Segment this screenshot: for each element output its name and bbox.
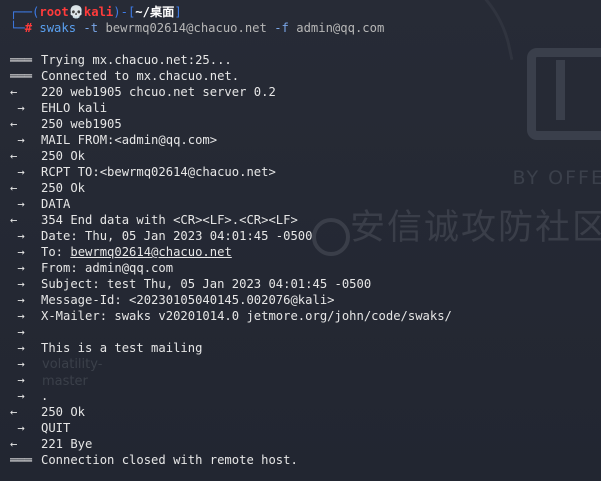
client-command-arrow-icon: → <box>10 341 25 355</box>
transcript-line: → MAIL FROM:<admin@qq.com> <box>10 132 601 148</box>
smtp-transcript: ═══ Trying mx.chacuo.net:25... ═══ Connecte… <box>10 52 601 468</box>
server-response-arrow-icon: ← <box>10 149 18 163</box>
transcript-line: ═══ Trying mx.chacuo.net:25... <box>10 52 601 68</box>
transcript-line: → <box>10 324 601 340</box>
terminal-output: ┌──(root💀kali)-[~/桌面] └─# swaks -t bewrm… <box>0 0 601 468</box>
status-marker-icon: ═══ <box>10 453 33 467</box>
status-marker-icon: ═══ <box>10 69 33 83</box>
prompt-host: kali <box>83 5 114 19</box>
transcript-line: → <box>10 372 601 388</box>
transcript-line: ← 250 Ok <box>10 404 601 420</box>
prompt-hash: # <box>24 21 33 35</box>
transcript-text: This is a test mailing <box>41 341 203 355</box>
transcript-text: DATA <box>41 197 71 211</box>
transcript-line: ← 221 Bye <box>10 436 601 452</box>
transcript-line: → Message-Id: <20230105040145.002076@kali… <box>10 292 601 308</box>
transcript-line: → From: admin@qq.com <box>10 260 601 276</box>
transcript-line: → Subject: test Thu, 05 Jan 2023 04:01:45… <box>10 276 601 292</box>
server-response-arrow-icon: ← <box>10 213 18 227</box>
transcript-line: → RCPT TO:<bewrmq02614@chacuo.net> <box>10 164 601 180</box>
transcript-line: → QUIT <box>10 420 601 436</box>
command-option: -f <box>274 21 289 35</box>
status-marker-icon: ═══ <box>10 53 33 67</box>
transcript-text: Subject: test Thu, 05 Jan 2023 04:01:45 … <box>41 277 372 291</box>
transcript-line: → <box>10 356 601 372</box>
transcript-line: ← 250 Ok <box>10 180 601 196</box>
server-response-arrow-icon: ← <box>10 117 18 131</box>
transcript-line: ← 250 Ok <box>10 148 601 164</box>
transcript-line: ← 354 End data with <CR><LF>.<CR><LF> <box>10 212 601 228</box>
terminal-window[interactable]: BY OFFE 安信诚攻防社区 volatility- master ┌──(r… <box>0 0 601 481</box>
transcript-text: 250 Ok <box>41 181 86 195</box>
transcript-text: Connection closed with remote host. <box>41 453 298 467</box>
transcript-text: EHLO kali <box>41 101 108 115</box>
client-command-arrow-icon: → <box>10 293 25 307</box>
transcript-line: → Date: Thu, 05 Jan 2023 04:01:45 -0500 <box>10 228 601 244</box>
client-command-arrow-icon: → <box>10 261 25 275</box>
transcript-line: ← 250 web1905 <box>10 116 601 132</box>
client-command-arrow-icon: → <box>10 197 25 211</box>
server-response-arrow-icon: ← <box>10 85 18 99</box>
transcript-line: → This is a test mailing <box>10 340 601 356</box>
prompt-line: ┌──(root💀kali)-[~/桌面] <box>10 4 601 20</box>
transcript-text: From: admin@qq.com <box>41 261 174 275</box>
prompt-branch: └─ <box>10 21 25 35</box>
client-command-arrow-icon: → <box>10 165 25 179</box>
transcript-text: 250 web1905 <box>41 117 122 131</box>
transcript-text: 250 Ok <box>41 405 86 419</box>
transcript-text: MAIL FROM:<admin@qq.com> <box>41 133 218 147</box>
client-command-arrow-icon: → <box>10 229 25 243</box>
transcript-line: →. <box>10 388 601 404</box>
command-name: swaks <box>39 21 77 35</box>
command-option: -t <box>83 21 99 35</box>
transcript-text: Trying mx.chacuo.net:25... <box>41 53 232 67</box>
transcript-text: Connected to mx.chacuo.net. <box>41 69 240 83</box>
prompt-user: root <box>39 5 69 19</box>
transcript-line: ═══ Connection closed with remote host. <box>10 452 601 468</box>
client-command-arrow-icon: → <box>10 389 25 403</box>
transcript-line: → To: bewrmq02614@chacuo.net <box>10 244 601 260</box>
client-command-arrow-icon: → <box>10 245 25 259</box>
command-argument: admin@qq.com <box>296 21 385 35</box>
command-argument: bewrmq02614@chacuo.net <box>105 21 267 35</box>
client-command-arrow-icon: → <box>10 325 25 339</box>
transcript-text: RCPT TO:<bewrmq02614@chacuo.net> <box>41 165 276 179</box>
email-link[interactable]: bewrmq02614@chacuo.net <box>70 245 231 259</box>
server-response-arrow-icon: ← <box>10 437 18 451</box>
client-command-arrow-icon: → <box>10 357 25 371</box>
transcript-text: Message-Id: <20230105040145.002076@kali> <box>41 293 335 307</box>
transcript-line: ═══ Connected to mx.chacuo.net. <box>10 68 601 84</box>
prompt-frame: )-[ <box>113 5 136 19</box>
prompt-frame: ] <box>174 5 182 19</box>
transcript-text: . <box>41 389 49 403</box>
client-command-arrow-icon: → <box>10 421 25 435</box>
transcript-line: → X-Mailer: swaks v20201014.0 jetmore.org… <box>10 308 601 324</box>
client-command-arrow-icon: → <box>10 373 25 387</box>
transcript-text: 221 Bye <box>41 437 93 451</box>
transcript-text: QUIT <box>41 421 71 435</box>
transcript-text: 354 End data with <CR><LF>.<CR><LF> <box>41 213 298 227</box>
skull-icon: 💀 <box>68 5 84 19</box>
server-response-arrow-icon: ← <box>10 405 18 419</box>
transcript-text: X-Mailer: swaks v20201014.0 jetmore.org/… <box>41 309 452 323</box>
to-header-label: To: <box>41 245 71 259</box>
client-command-arrow-icon: → <box>10 309 25 323</box>
client-command-arrow-icon: → <box>10 133 25 147</box>
transcript-line: → EHLO kali <box>10 100 601 116</box>
server-response-arrow-icon: ← <box>10 181 18 195</box>
client-command-arrow-icon: → <box>10 101 25 115</box>
client-command-arrow-icon: → <box>10 277 25 291</box>
prompt-cwd: ~/桌面 <box>135 5 175 19</box>
transcript-text: Date: Thu, 05 Jan 2023 04:01:45 -0500 <box>41 229 313 243</box>
transcript-line: ← 220 web1905 chcuo.net server 0.2 <box>10 84 601 100</box>
prompt-frame: ┌──( <box>10 5 40 19</box>
command-line[interactable]: └─# swaks -t bewrmq02614@chacuo.net -f a… <box>10 20 601 36</box>
transcript-line: → DATA <box>10 196 601 212</box>
transcript-text: 220 web1905 chcuo.net server 0.2 <box>41 85 276 99</box>
transcript-text: 250 Ok <box>41 149 86 163</box>
